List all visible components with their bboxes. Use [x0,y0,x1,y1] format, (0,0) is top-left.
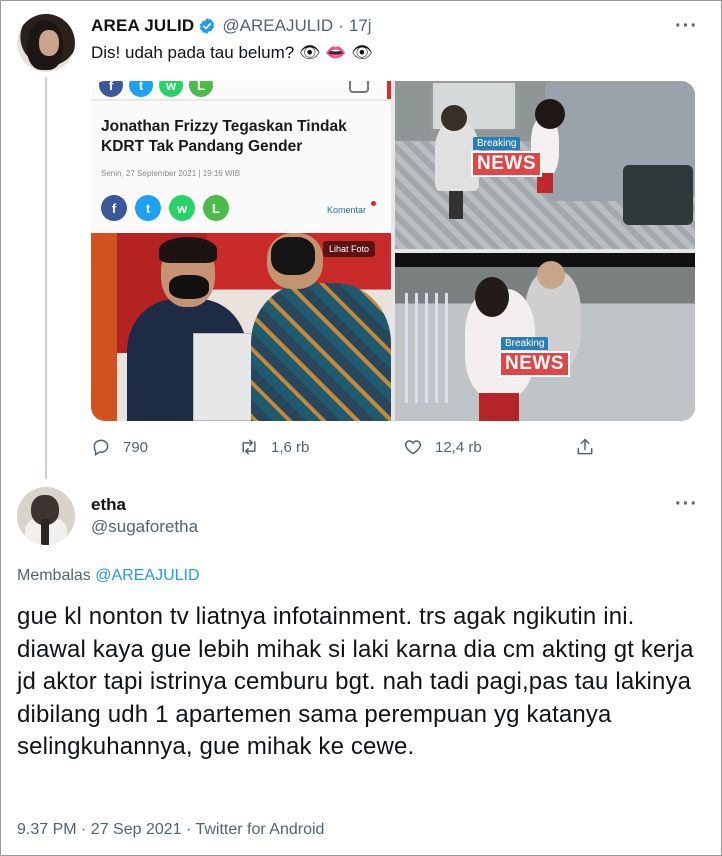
media-cctv-top[interactable]: Breaking NEWS [395,81,695,249]
heart-icon [404,440,422,455]
media-article-screenshot[interactable]: f t w L Jonathan Frizzy Tegaskan Tindak … [91,81,391,421]
display-name[interactable]: etha [91,495,126,515]
facebook-icon: f [99,81,123,97]
reply-count: 790 [123,438,149,456]
twitter-icon: t [135,195,161,221]
more-options-icon[interactable]: ··· [675,15,698,38]
photo-mask-2 [271,237,315,275]
thread-line [45,77,47,479]
photo-hair-top [159,237,217,263]
article-headline: Jonathan Frizzy Tegaskan Tindak KDRT Tak… [101,118,347,155]
photo-mask [169,275,209,299]
cctv-person-2-head [475,277,509,317]
cctv-person-head [441,105,467,131]
share-icon [577,438,593,455]
replying-prefix: Membalas [17,567,91,584]
cctv-rail [405,293,455,403]
line-icon: L [203,195,229,221]
divider [91,99,391,101]
handle[interactable]: @AREAJULID [222,16,333,36]
retweet-button[interactable]: 1,6 rb [239,437,309,457]
share-icons-row: f t w L [101,195,229,221]
avatar-face [39,30,59,56]
retweet-count: 1,6 rb [271,438,310,456]
mention-link[interactable]: @AREAJULID [95,567,199,584]
like-button[interactable]: 12,4 rb [403,437,482,457]
separator-dot: · [338,16,344,35]
reply-icon [93,439,109,457]
line-icon: L [189,81,213,97]
whatsapp-icon: w [169,195,195,221]
lihat-foto-label: Lihat Foto [323,241,376,257]
avatar[interactable] [17,14,75,72]
tweet-meta[interactable]: 9.37 PM · 27 Sep 2021 · Twitter for Andr… [17,821,324,839]
tweet-header: AREA JULID @AREAJULID · 17j [91,15,372,37]
breaking-label: Breaking [501,337,549,350]
news-label: NEWS [499,351,570,377]
parent-tweet[interactable]: AREA JULID @AREAJULID · 17j ··· Dis! uda… [1,1,721,479]
share-icons-top: f t w L [99,81,213,97]
avatar-tie [41,519,49,545]
facebook-icon: f [101,195,127,221]
cctv-ottoman [623,165,693,225]
komentar-dot [371,201,376,206]
twitter-icon: t [129,81,153,97]
article-photo: Lihat Foto [91,233,391,421]
news-label: NEWS [471,151,542,177]
replying-to: Membalas @AREAJULID [17,567,200,585]
cctv-person-legs [449,191,463,219]
media-cctv-bottom[interactable]: Breaking NEWS [395,253,695,421]
like-count: 12,4 rb [435,438,482,456]
whatsapp-icon: w [159,81,183,97]
tweet-text: gue kl nonton tv liatnya infotainment. t… [17,603,694,760]
breaking-label: Breaking [473,137,521,150]
comment-icon [349,81,369,93]
cctv-person-2-head [535,99,565,129]
handle[interactable]: @sugaforetha [91,517,198,537]
photo-pillar [91,233,117,421]
komentar-label: Komentar [327,205,367,215]
article-date: Senin, 27 September 2021 | 19:16 WIB [101,169,241,178]
display-name[interactable]: AREA JULID [91,16,194,36]
reply-button[interactable]: 790 [91,437,148,457]
cctv-person-head [537,261,565,289]
cctv-person-2-legs [479,393,519,421]
more-options-icon[interactable]: ··· [675,493,698,516]
retweet-icon [242,439,256,455]
avatar[interactable] [17,487,75,545]
media-grid[interactable]: f t w L Jonathan Frizzy Tegaskan Tindak … [91,81,695,421]
verified-badge-icon [200,18,215,34]
accent-bar [387,81,391,101]
photo-person-batik [251,283,391,421]
tweet-text: Dis! udah pada tau belum? 👁 👄 👁 [91,43,373,62]
tweet-actions: 790 1,6 rb 12,4 rb [91,437,695,457]
share-button[interactable] [575,437,595,457]
tweet-time[interactable]: 17j [349,16,372,36]
